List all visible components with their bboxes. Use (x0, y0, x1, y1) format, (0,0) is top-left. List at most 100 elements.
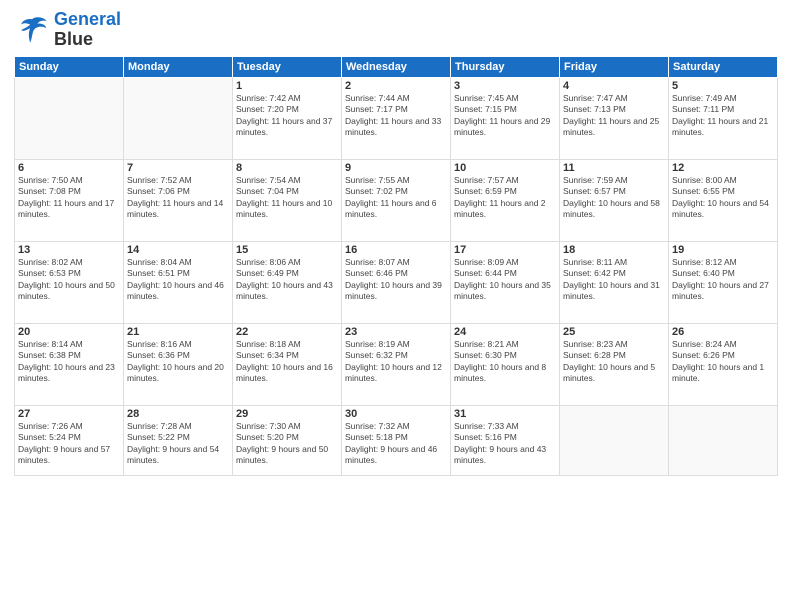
logo: General Blue (14, 10, 121, 50)
day-number: 6 (18, 162, 120, 174)
calendar-cell (124, 77, 233, 159)
day-number: 9 (345, 162, 447, 174)
calendar-cell: 14Sunrise: 8:04 AMSunset: 6:51 PMDayligh… (124, 241, 233, 323)
calendar-week-row: 13Sunrise: 8:02 AMSunset: 6:53 PMDayligh… (15, 241, 778, 323)
calendar-cell: 20Sunrise: 8:14 AMSunset: 6:38 PMDayligh… (15, 323, 124, 405)
day-number: 21 (127, 326, 229, 338)
day-number: 15 (236, 244, 338, 256)
day-info: Sunrise: 7:44 AMSunset: 7:17 PMDaylight:… (345, 93, 447, 139)
calendar-cell (669, 405, 778, 475)
day-info: Sunrise: 7:30 AMSunset: 5:20 PMDaylight:… (236, 421, 338, 467)
calendar-cell: 9Sunrise: 7:55 AMSunset: 7:02 PMDaylight… (342, 159, 451, 241)
calendar-cell: 11Sunrise: 7:59 AMSunset: 6:57 PMDayligh… (560, 159, 669, 241)
day-number: 17 (454, 244, 556, 256)
day-info: Sunrise: 7:33 AMSunset: 5:16 PMDaylight:… (454, 421, 556, 467)
logo-text: General Blue (54, 10, 121, 50)
calendar-header-row: SundayMondayTuesdayWednesdayThursdayFrid… (15, 56, 778, 77)
day-number: 11 (563, 162, 665, 174)
calendar-cell: 30Sunrise: 7:32 AMSunset: 5:18 PMDayligh… (342, 405, 451, 475)
day-info: Sunrise: 7:45 AMSunset: 7:15 PMDaylight:… (454, 93, 556, 139)
page: General Blue SundayMondayTuesdayWednesda… (0, 0, 792, 612)
day-number: 2 (345, 80, 447, 92)
calendar-cell: 8Sunrise: 7:54 AMSunset: 7:04 PMDaylight… (233, 159, 342, 241)
day-info: Sunrise: 7:26 AMSunset: 5:24 PMDaylight:… (18, 421, 120, 467)
calendar-cell (15, 77, 124, 159)
day-number: 22 (236, 326, 338, 338)
weekday-header: Wednesday (342, 56, 451, 77)
day-number: 12 (672, 162, 774, 174)
weekday-header: Monday (124, 56, 233, 77)
logo-icon (14, 12, 50, 48)
calendar-cell: 7Sunrise: 7:52 AMSunset: 7:06 PMDaylight… (124, 159, 233, 241)
day-info: Sunrise: 7:55 AMSunset: 7:02 PMDaylight:… (345, 175, 447, 221)
day-info: Sunrise: 8:14 AMSunset: 6:38 PMDaylight:… (18, 339, 120, 385)
day-info: Sunrise: 8:00 AMSunset: 6:55 PMDaylight:… (672, 175, 774, 221)
day-info: Sunrise: 7:57 AMSunset: 6:59 PMDaylight:… (454, 175, 556, 221)
day-info: Sunrise: 8:24 AMSunset: 6:26 PMDaylight:… (672, 339, 774, 385)
calendar-cell: 10Sunrise: 7:57 AMSunset: 6:59 PMDayligh… (451, 159, 560, 241)
day-info: Sunrise: 7:59 AMSunset: 6:57 PMDaylight:… (563, 175, 665, 221)
calendar-cell: 12Sunrise: 8:00 AMSunset: 6:55 PMDayligh… (669, 159, 778, 241)
day-info: Sunrise: 8:06 AMSunset: 6:49 PMDaylight:… (236, 257, 338, 303)
day-info: Sunrise: 8:23 AMSunset: 6:28 PMDaylight:… (563, 339, 665, 385)
day-number: 20 (18, 326, 120, 338)
day-number: 4 (563, 80, 665, 92)
calendar-week-row: 1Sunrise: 7:42 AMSunset: 7:20 PMDaylight… (15, 77, 778, 159)
calendar-cell: 31Sunrise: 7:33 AMSunset: 5:16 PMDayligh… (451, 405, 560, 475)
day-info: Sunrise: 7:49 AMSunset: 7:11 PMDaylight:… (672, 93, 774, 139)
header: General Blue (14, 10, 778, 50)
day-number: 31 (454, 408, 556, 420)
day-number: 28 (127, 408, 229, 420)
calendar-cell: 25Sunrise: 8:23 AMSunset: 6:28 PMDayligh… (560, 323, 669, 405)
day-info: Sunrise: 7:52 AMSunset: 7:06 PMDaylight:… (127, 175, 229, 221)
weekday-header: Friday (560, 56, 669, 77)
calendar-cell (560, 405, 669, 475)
calendar-cell: 27Sunrise: 7:26 AMSunset: 5:24 PMDayligh… (15, 405, 124, 475)
day-number: 5 (672, 80, 774, 92)
calendar-cell: 19Sunrise: 8:12 AMSunset: 6:40 PMDayligh… (669, 241, 778, 323)
day-info: Sunrise: 8:12 AMSunset: 6:40 PMDaylight:… (672, 257, 774, 303)
day-info: Sunrise: 7:47 AMSunset: 7:13 PMDaylight:… (563, 93, 665, 139)
day-number: 23 (345, 326, 447, 338)
calendar-week-row: 6Sunrise: 7:50 AMSunset: 7:08 PMDaylight… (15, 159, 778, 241)
calendar-week-row: 27Sunrise: 7:26 AMSunset: 5:24 PMDayligh… (15, 405, 778, 475)
weekday-header: Sunday (15, 56, 124, 77)
day-number: 16 (345, 244, 447, 256)
day-number: 25 (563, 326, 665, 338)
day-number: 1 (236, 80, 338, 92)
calendar-cell: 4Sunrise: 7:47 AMSunset: 7:13 PMDaylight… (560, 77, 669, 159)
day-number: 19 (672, 244, 774, 256)
day-info: Sunrise: 8:09 AMSunset: 6:44 PMDaylight:… (454, 257, 556, 303)
calendar-cell: 2Sunrise: 7:44 AMSunset: 7:17 PMDaylight… (342, 77, 451, 159)
weekday-header: Tuesday (233, 56, 342, 77)
day-info: Sunrise: 8:19 AMSunset: 6:32 PMDaylight:… (345, 339, 447, 385)
day-number: 13 (18, 244, 120, 256)
day-info: Sunrise: 8:18 AMSunset: 6:34 PMDaylight:… (236, 339, 338, 385)
calendar-cell: 26Sunrise: 8:24 AMSunset: 6:26 PMDayligh… (669, 323, 778, 405)
day-info: Sunrise: 7:50 AMSunset: 7:08 PMDaylight:… (18, 175, 120, 221)
calendar-cell: 24Sunrise: 8:21 AMSunset: 6:30 PMDayligh… (451, 323, 560, 405)
day-info: Sunrise: 8:11 AMSunset: 6:42 PMDaylight:… (563, 257, 665, 303)
calendar-cell: 1Sunrise: 7:42 AMSunset: 7:20 PMDaylight… (233, 77, 342, 159)
calendar-cell: 17Sunrise: 8:09 AMSunset: 6:44 PMDayligh… (451, 241, 560, 323)
day-number: 3 (454, 80, 556, 92)
day-info: Sunrise: 8:02 AMSunset: 6:53 PMDaylight:… (18, 257, 120, 303)
calendar-cell: 22Sunrise: 8:18 AMSunset: 6:34 PMDayligh… (233, 323, 342, 405)
calendar-cell: 13Sunrise: 8:02 AMSunset: 6:53 PMDayligh… (15, 241, 124, 323)
day-number: 7 (127, 162, 229, 174)
day-number: 30 (345, 408, 447, 420)
calendar-cell: 21Sunrise: 8:16 AMSunset: 6:36 PMDayligh… (124, 323, 233, 405)
weekday-header: Saturday (669, 56, 778, 77)
calendar-cell: 5Sunrise: 7:49 AMSunset: 7:11 PMDaylight… (669, 77, 778, 159)
calendar-cell: 16Sunrise: 8:07 AMSunset: 6:46 PMDayligh… (342, 241, 451, 323)
day-info: Sunrise: 7:54 AMSunset: 7:04 PMDaylight:… (236, 175, 338, 221)
calendar-cell: 28Sunrise: 7:28 AMSunset: 5:22 PMDayligh… (124, 405, 233, 475)
day-number: 29 (236, 408, 338, 420)
calendar-cell: 18Sunrise: 8:11 AMSunset: 6:42 PMDayligh… (560, 241, 669, 323)
day-info: Sunrise: 7:28 AMSunset: 5:22 PMDaylight:… (127, 421, 229, 467)
day-info: Sunrise: 8:07 AMSunset: 6:46 PMDaylight:… (345, 257, 447, 303)
day-info: Sunrise: 8:21 AMSunset: 6:30 PMDaylight:… (454, 339, 556, 385)
calendar-cell: 3Sunrise: 7:45 AMSunset: 7:15 PMDaylight… (451, 77, 560, 159)
day-number: 18 (563, 244, 665, 256)
calendar: SundayMondayTuesdayWednesdayThursdayFrid… (14, 56, 778, 476)
